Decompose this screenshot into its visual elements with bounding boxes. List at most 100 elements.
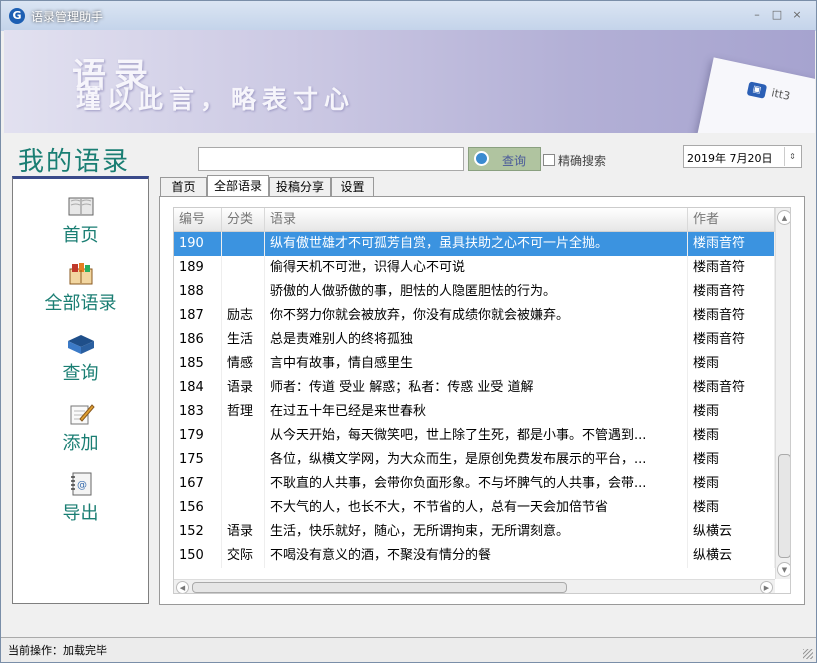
- column-header-category[interactable]: 分类: [222, 208, 265, 232]
- tab-submit-share[interactable]: 投稿分享: [269, 177, 331, 197]
- magnifier-icon: [474, 151, 489, 166]
- table-row[interactable]: 167 不耿直的人共事，会带你负面形象。不与坏脾气的人共事，会带... 楼雨: [174, 472, 775, 496]
- resize-grip-icon[interactable]: [803, 649, 813, 659]
- cell-id: 188: [174, 280, 222, 304]
- status-bar: 当前操作：加载完毕: [1, 637, 816, 662]
- status-text: 当前操作：加载完毕: [8, 644, 107, 657]
- exact-search-checkbox[interactable]: [543, 154, 555, 166]
- close-button[interactable]: ×: [790, 8, 804, 22]
- cell-category: [222, 496, 265, 520]
- cell-id: 183: [174, 400, 222, 424]
- cell-category: 情感: [222, 352, 265, 376]
- cell-quote: 骄傲的人做骄傲的事，胆怯的人隐匿胆怯的行为。: [265, 280, 688, 304]
- tab-home[interactable]: 首页: [160, 177, 207, 197]
- scroll-down-icon[interactable]: ▼: [777, 562, 790, 577]
- column-header-id[interactable]: 编号: [174, 208, 222, 232]
- cell-category: 语录: [222, 376, 265, 400]
- cell-quote: 在过五十年已经是来世春秋: [265, 400, 688, 424]
- search-input[interactable]: [198, 147, 464, 171]
- cell-quote: 言中有故事，情自感里生: [265, 352, 688, 376]
- tab-all-quotes[interactable]: 全部语录: [207, 175, 269, 197]
- table-row[interactable]: 187 励志 你不努力你就会被放弃，你没有成绩你就会被嫌弃。 楼雨音符: [174, 304, 775, 328]
- cell-author: 楼雨音符: [688, 328, 775, 352]
- banner-slogan: 瑾以此言，略表寸心: [76, 85, 356, 114]
- cell-quote: 总是责难别人的终将孤独: [265, 328, 688, 352]
- cell-author: 楼雨音符: [688, 304, 775, 328]
- sidebar-item-label: 全部语录: [44, 293, 117, 314]
- sidebar-item-export[interactable]: @ 导出: [13, 471, 148, 531]
- quotes-table[interactable]: 编号 分类 语录 作者 190 纵有傲世雄才不可孤芳自赏，虽具扶助之心不可一片全抛…: [173, 207, 791, 594]
- cell-category: 交际: [222, 544, 265, 568]
- svg-text:@: @: [77, 480, 87, 491]
- sidebar-item-home[interactable]: 首页: [13, 193, 148, 253]
- tab-panel-all-quotes: 编号 分类 语录 作者 190 纵有傲世雄才不可孤芳自赏，虽具扶助之心不可一片全抛…: [159, 196, 805, 605]
- table-row[interactable]: 183 哲理 在过五十年已经是来世春秋 楼雨: [174, 400, 775, 424]
- cell-author: 楼雨音符: [688, 232, 775, 256]
- address-book-icon: @: [70, 472, 91, 496]
- column-header-author[interactable]: 作者: [688, 208, 775, 232]
- sidebar-item-label: 首页: [62, 225, 99, 246]
- cell-category: [222, 256, 265, 280]
- banner-card-text: itt3: [770, 86, 792, 103]
- cell-category: [222, 232, 265, 256]
- sidebar-item-all-quotes[interactable]: 全部语录: [13, 261, 148, 321]
- cell-author: 楼雨: [688, 424, 775, 448]
- minimize-button[interactable]: –: [750, 8, 764, 22]
- sidebar-item-query[interactable]: 查询: [13, 331, 148, 391]
- cell-category: 哲理: [222, 400, 265, 424]
- cell-category: [222, 280, 265, 304]
- search-button[interactable]: 查询: [468, 147, 541, 171]
- date-picker[interactable]: 2019年 7月20日 ⇕: [683, 145, 802, 168]
- cell-id: 187: [174, 304, 222, 328]
- tab-settings[interactable]: 设置: [331, 177, 374, 197]
- horizontal-scroll-thumb[interactable]: [192, 582, 567, 593]
- table-row[interactable]: 186 生活 总是责难别人的终将孤独 楼雨音符: [174, 328, 775, 352]
- table-row[interactable]: 188 骄傲的人做骄傲的事，胆怯的人隐匿胆怯的行为。 楼雨音符: [174, 280, 775, 304]
- cell-quote: 不耿直的人共事，会带你负面形象。不与坏脾气的人共事，会带...: [265, 472, 688, 496]
- search-button-label: 查询: [502, 154, 527, 168]
- table-row[interactable]: 150 交际 不喝没有意义的酒，不聚没有情分的餐 纵横云: [174, 544, 775, 568]
- vertical-scroll-thumb[interactable]: [778, 454, 790, 558]
- cell-author: 楼雨音符: [688, 376, 775, 400]
- cell-category: 生活: [222, 328, 265, 352]
- book-open-icon: [68, 197, 93, 216]
- app-window: G 语录管理助手 – □ × 语录 瑾以此言，略表寸心 ▣ itt3 我的语录 …: [0, 0, 817, 663]
- cell-id: 184: [174, 376, 222, 400]
- cell-category: [222, 472, 265, 496]
- vertical-scrollbar[interactable]: ▲ ▼: [775, 208, 790, 579]
- title-bar[interactable]: G 语录管理助手 – □ ×: [1, 1, 816, 31]
- table-row[interactable]: 175 各位，纵横文学网，为大众而生，是原创免费发布展示的平台，... 楼雨: [174, 448, 775, 472]
- cell-id: 156: [174, 496, 222, 520]
- horizontal-scrollbar[interactable]: ◀ ▶: [174, 579, 775, 593]
- header-banner: 语录 瑾以此言，略表寸心 ▣ itt3: [4, 30, 815, 133]
- sidebar-item-add[interactable]: 添加: [13, 401, 148, 461]
- books-icon: [69, 263, 92, 285]
- cell-id: 152: [174, 520, 222, 544]
- window-title: 语录管理助手: [31, 10, 104, 24]
- table-row[interactable]: 179 从今天开始，每天微笑吧，世上除了生死，都是小事。不管遇到... 楼雨: [174, 424, 775, 448]
- table-row[interactable]: 185 情感 言中有故事，情自感里生 楼雨: [174, 352, 775, 376]
- card-logo-icon: ▣: [746, 81, 768, 99]
- cell-quote: 你不努力你就会被放弃，你没有成绩你就会被嫌弃。: [265, 304, 688, 328]
- cell-quote: 各位，纵横文学网，为大众而生，是原创免费发布展示的平台，...: [265, 448, 688, 472]
- table-row[interactable]: 156 不大气的人，也长不大，不节省的人，总有一天会加倍节省 楼雨: [174, 496, 775, 520]
- column-header-quote[interactable]: 语录: [265, 208, 688, 232]
- cell-author: 楼雨: [688, 352, 775, 376]
- scroll-left-icon[interactable]: ◀: [176, 581, 189, 593]
- cell-author: 纵横云: [688, 544, 775, 568]
- maximize-button[interactable]: □: [770, 8, 784, 22]
- date-value: 2019年 7月20日: [687, 152, 773, 165]
- exact-search-label: 精确搜索: [558, 154, 607, 168]
- banner-card-image: ▣ itt3: [697, 57, 815, 133]
- table-row[interactable]: 189 偷得天机不可泄，识得人心不可说 楼雨音符: [174, 256, 775, 280]
- table-row[interactable]: 190 纵有傲世雄才不可孤芳自赏，虽具扶助之心不可一片全抛。 楼雨音符: [174, 232, 775, 256]
- scroll-right-icon[interactable]: ▶: [760, 581, 773, 593]
- spin-arrows-icon[interactable]: ⇕: [784, 147, 800, 166]
- scroll-up-icon[interactable]: ▲: [777, 210, 790, 225]
- cell-author: 楼雨: [688, 400, 775, 424]
- table-row[interactable]: 152 语录 生活，快乐就好，随心，无所谓拘束，无所谓刻意。 纵横云: [174, 520, 775, 544]
- cell-category: [222, 424, 265, 448]
- cell-quote: 不大气的人，也长不大，不节省的人，总有一天会加倍节省: [265, 496, 688, 520]
- table-header: 编号 分类 语录 作者: [174, 208, 790, 232]
- table-row[interactable]: 184 语录 师者：传道 受业 解惑；私者：传惑 业受 道解 楼雨音符: [174, 376, 775, 400]
